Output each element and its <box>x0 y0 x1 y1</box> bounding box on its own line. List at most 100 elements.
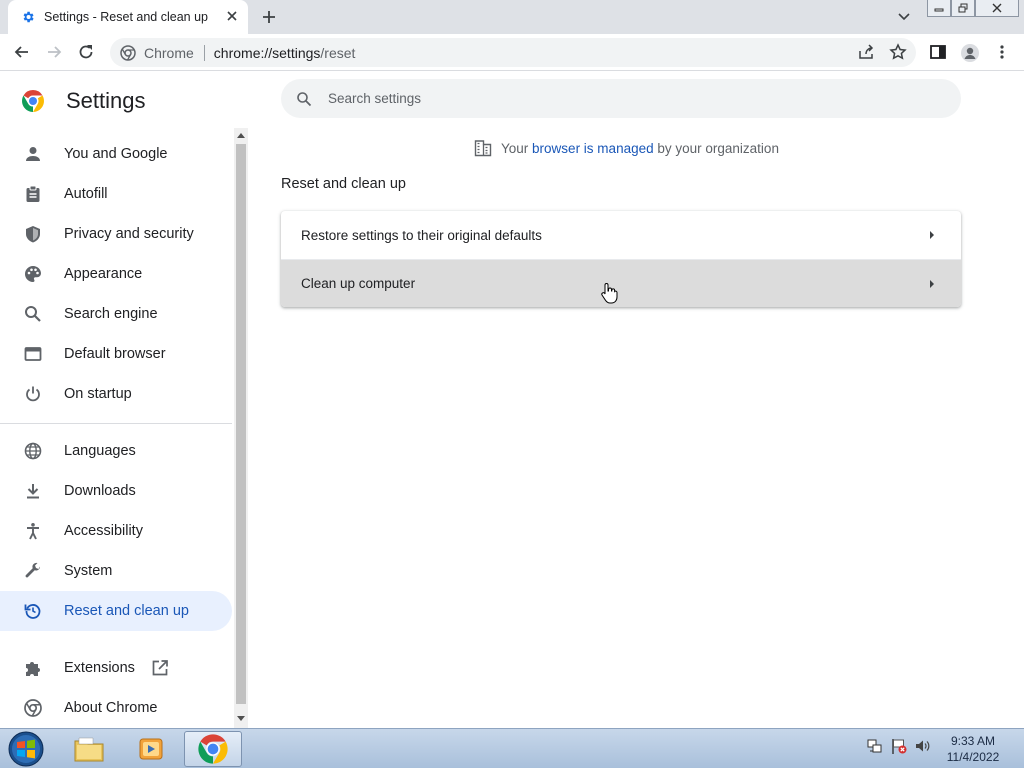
settings-header: Settings <box>21 88 146 114</box>
sidebar-item-label: Extensions <box>64 660 135 676</box>
sidebar-item-label: Appearance <box>64 266 143 282</box>
address-bar[interactable]: Chrome chrome://settings/reset <box>110 38 916 67</box>
forward-arrow-icon[interactable] <box>45 43 63 61</box>
star-icon[interactable] <box>889 43 907 61</box>
settings-gear-icon <box>21 10 35 24</box>
scroll-down-arrow-icon[interactable] <box>237 716 245 722</box>
share-icon[interactable] <box>857 43 875 61</box>
browser-tab[interactable]: Settings - Reset and clean up <box>8 0 248 34</box>
sidebar-item-on-startup[interactable]: On startup <box>0 374 232 414</box>
taskbar-explorer[interactable] <box>60 731 118 767</box>
reload-icon[interactable] <box>77 43 95 61</box>
managed-text: Your browser is managed by your organiza… <box>501 141 779 156</box>
url-path: /reset <box>320 44 356 61</box>
page-title: Reset and clean up <box>281 176 406 192</box>
sidebar-item-autofill[interactable]: Autofill <box>0 174 232 214</box>
chevron-down-icon[interactable] <box>897 9 911 23</box>
hand-cursor-icon <box>600 282 618 304</box>
row-label: Clean up computer <box>301 276 416 291</box>
url-host: chrome://settings <box>213 44 321 61</box>
settings-title: Settings <box>66 88 146 113</box>
external-link-icon <box>151 659 169 677</box>
chrome-logo-icon <box>21 89 45 113</box>
sidebar-item-default-browser[interactable]: Default browser <box>0 334 232 374</box>
browser-toolbar: Chrome chrome://settings/reset <box>0 34 1024 71</box>
window-controls <box>927 0 1019 17</box>
sidebar-item-label: Autofill <box>64 186 108 202</box>
sidebar-item-label: You and Google <box>64 146 168 162</box>
action-center-flag-icon[interactable] <box>890 737 908 755</box>
folder-icon <box>73 735 105 763</box>
close-tab-icon[interactable] <box>225 9 239 23</box>
clipboard-icon <box>24 185 42 203</box>
chrome-icon <box>24 699 42 717</box>
taskbar-clock[interactable]: 9:33 AM 11/4/2022 <box>940 733 1006 765</box>
sidebar-item-system[interactable]: System <box>0 551 232 591</box>
omnibox-divider <box>203 44 205 61</box>
sidebar-item-label: Accessibility <box>64 523 143 539</box>
managed-link[interactable]: browser is managed <box>532 141 654 156</box>
clock-date: 11/4/2022 <box>946 750 1000 764</box>
chrome-site-icon[interactable] <box>120 44 136 61</box>
sidebar-item-languages[interactable]: Languages <box>0 431 232 471</box>
managed-notice: Your browser is managed by your organiza… <box>474 139 779 157</box>
more-menu-icon[interactable] <box>994 43 1010 61</box>
side-panel-icon[interactable] <box>929 43 947 61</box>
sidebar-item-label: On startup <box>64 386 132 402</box>
omnibox-site-label: Chrome <box>144 44 194 61</box>
restore-icon[interactable] <box>951 0 975 17</box>
sidebar-item-label: Languages <box>64 443 136 459</box>
clean-up-computer-row[interactable]: Clean up computer <box>281 259 961 307</box>
scrollbar-thumb[interactable] <box>236 144 246 704</box>
sidebar-item-search-engine[interactable]: Search engine <box>0 294 232 334</box>
arrow-right-icon <box>928 279 936 289</box>
profile-avatar-icon[interactable] <box>960 43 980 63</box>
volume-icon[interactable] <box>914 737 932 755</box>
new-tab-icon[interactable] <box>260 8 278 26</box>
close-window-icon[interactable] <box>975 0 1019 17</box>
sidebar-item-label: Search engine <box>64 306 158 322</box>
sidebar-item-label: Reset and clean up <box>64 603 189 619</box>
managed-suffix: by your organization <box>657 140 779 156</box>
url-text: chrome://settings/reset <box>214 45 356 61</box>
puzzle-icon <box>24 659 42 677</box>
search-settings-field[interactable]: Search settings <box>281 79 961 118</box>
restore-defaults-row[interactable]: Restore settings to their original defau… <box>281 211 961 259</box>
tab-title: Settings - Reset and clean up <box>44 10 208 24</box>
search-icon <box>296 91 312 107</box>
person-icon <box>24 145 42 163</box>
sidebar-item-you-and-google[interactable]: You and Google <box>0 134 232 174</box>
taskbar-media-player[interactable] <box>122 731 180 767</box>
start-button-icon[interactable] <box>6 731 46 767</box>
minimize-icon[interactable] <box>927 0 951 17</box>
sidebar-item-extensions[interactable]: Extensions <box>0 648 232 688</box>
sidebar-item-reset-and-clean-up[interactable]: Reset and clean up <box>0 591 232 631</box>
reset-options-card: Restore settings to their original defau… <box>281 211 961 307</box>
clock-time: 9:33 AM <box>950 734 996 748</box>
sidebar-item-about-chrome[interactable]: About Chrome <box>0 688 232 728</box>
sidebar-item-downloads[interactable]: Downloads <box>0 471 232 511</box>
network-icon[interactable] <box>866 737 884 755</box>
row-label: Restore settings to their original defau… <box>301 227 542 243</box>
managed-prefix: Your <box>501 140 529 156</box>
back-arrow-icon[interactable] <box>13 43 31 61</box>
sidebar-item-accessibility[interactable]: Accessibility <box>0 511 232 551</box>
settings-sidebar: Settings You and Google Autofill Privacy… <box>0 71 236 728</box>
sidebar-item-privacy-and-security[interactable]: Privacy and security <box>0 214 232 254</box>
download-icon <box>24 482 42 500</box>
sidebar-item-label: Downloads <box>64 483 136 499</box>
wrench-icon <box>24 562 42 580</box>
sidebar-item-label: Default browser <box>64 346 166 362</box>
building-icon <box>474 139 492 157</box>
globe-icon <box>24 442 42 460</box>
sidebar-scrollbar[interactable] <box>234 128 248 728</box>
taskbar-chrome[interactable] <box>184 731 242 767</box>
chrome-icon <box>197 733 229 765</box>
scroll-up-arrow-icon[interactable] <box>237 132 245 138</box>
sidebar-item-appearance[interactable]: Appearance <box>0 254 232 294</box>
tab-strip: Settings - Reset and clean up <box>0 0 1024 34</box>
sidebar-divider <box>0 423 232 424</box>
sidebar-item-label: About Chrome <box>64 700 158 716</box>
system-tray <box>866 737 932 755</box>
shield-icon <box>24 225 42 243</box>
